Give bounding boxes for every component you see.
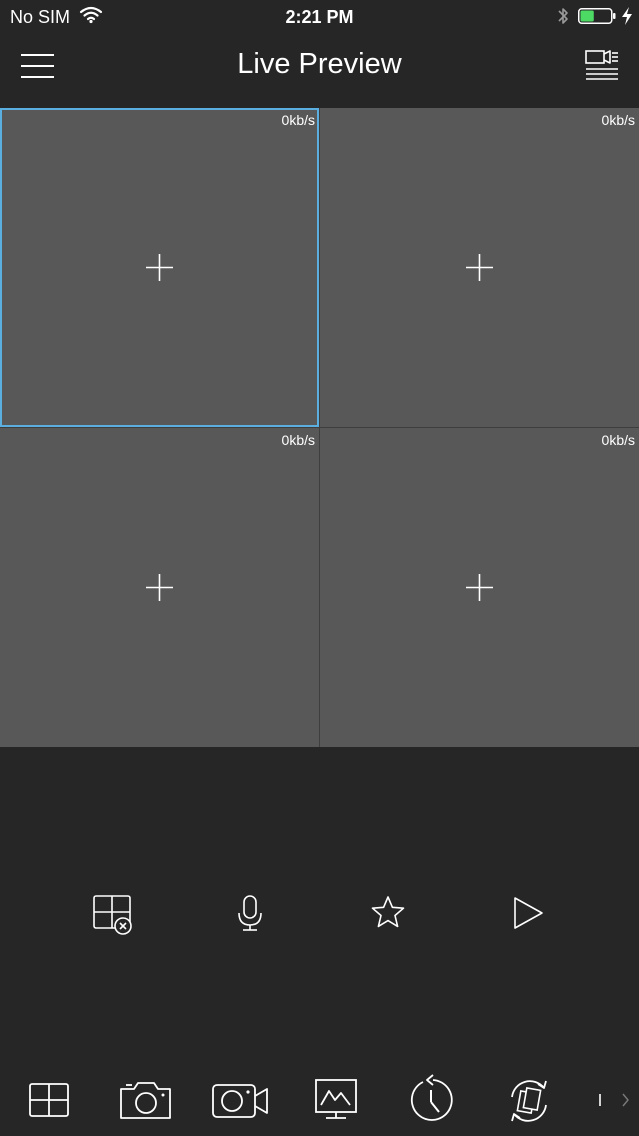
camera-icon <box>120 1082 171 1119</box>
status-time: 2:21 PM <box>285 7 354 27</box>
video-grid: 0kb/s 0kb/s 0kb/s 0kb/s <box>0 108 639 747</box>
favorite-button[interactable] <box>365 890 411 936</box>
bitrate-label: 0kb/s <box>281 112 315 128</box>
record-button[interactable] <box>210 1072 272 1130</box>
close-all-windows-icon <box>93 895 132 935</box>
microphone-icon <box>238 895 262 931</box>
add-device-icon[interactable] <box>465 253 494 282</box>
split-screen-button[interactable] <box>26 1072 72 1130</box>
bitrate-label: 0kb/s <box>601 432 635 448</box>
add-device-icon[interactable] <box>145 253 174 282</box>
video-window-2[interactable]: 0kb/s <box>320 108 639 427</box>
close-all-windows-button[interactable] <box>90 890 136 936</box>
device-list-icon <box>585 50 618 80</box>
bitrate-label: 0kb/s <box>281 432 315 448</box>
video-wall-button[interactable] <box>312 1072 360 1130</box>
more-chevron-icon <box>599 1093 629 1107</box>
video-record-icon <box>212 1084 268 1118</box>
split-screen-icon <box>29 1083 69 1117</box>
device-list-button[interactable] <box>582 48 622 82</box>
bottom-toolbar <box>0 1072 639 1132</box>
video-wall-icon <box>315 1079 357 1119</box>
hamburger-menu-icon <box>21 54 54 78</box>
charging-bolt-icon <box>622 7 632 25</box>
add-device-icon[interactable] <box>145 573 174 602</box>
battery-icon <box>578 8 616 24</box>
nav-bar: Live Preview <box>0 34 639 108</box>
play-button[interactable] <box>505 890 551 936</box>
playback-history-icon <box>410 1074 453 1121</box>
star-icon <box>371 896 405 928</box>
video-window-4[interactable]: 0kb/s <box>320 428 639 747</box>
talk-button[interactable] <box>228 890 274 936</box>
play-icon <box>514 897 543 929</box>
switch-stream-button[interactable] <box>502 1072 556 1130</box>
battery-fill <box>580 10 594 22</box>
page-title: Live Preview <box>237 48 402 80</box>
status-bar: No SIM 2:21 PM <box>0 0 639 34</box>
video-window-3[interactable]: 0kb/s <box>0 428 319 747</box>
playback-button[interactable] <box>405 1072 461 1130</box>
control-row <box>0 890 639 940</box>
switch-stream-icon <box>511 1080 547 1122</box>
video-window-1[interactable]: 0kb/s <box>0 108 319 427</box>
add-device-icon[interactable] <box>465 573 494 602</box>
menu-button[interactable] <box>18 50 58 82</box>
bitrate-label: 0kb/s <box>601 112 635 128</box>
bluetooth-icon <box>558 8 568 24</box>
more-tools-button[interactable] <box>596 1072 636 1130</box>
snapshot-button[interactable] <box>118 1072 174 1130</box>
